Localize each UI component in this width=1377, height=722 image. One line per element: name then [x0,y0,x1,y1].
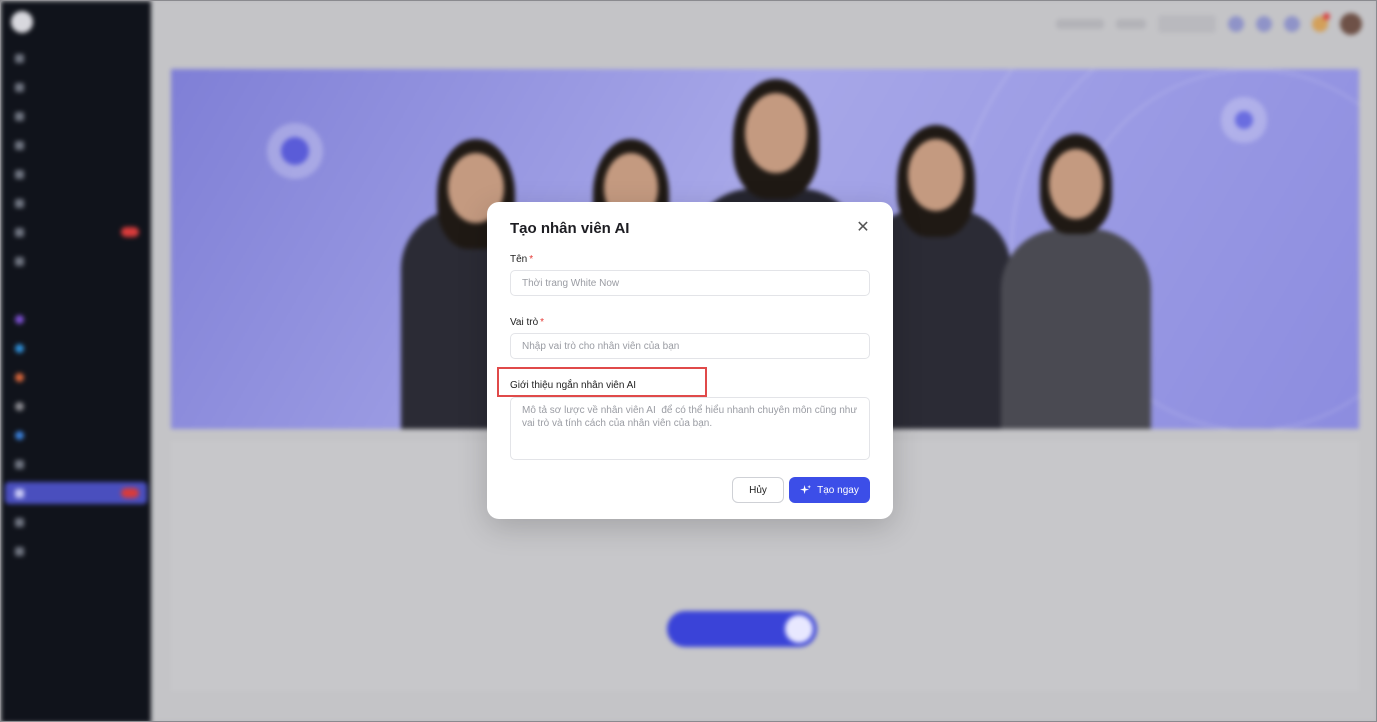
sidebar-item[interactable] [5,221,147,243]
sparkle-icon [800,484,812,494]
required-mark: * [540,317,545,328]
close-icon[interactable]: ✕ [855,220,871,236]
bell-icon[interactable] [1312,13,1330,32]
name-label: Tên * [510,254,533,265]
topbar-icon[interactable] [1284,16,1300,32]
topbar-icon[interactable] [1228,16,1244,32]
cancel-button[interactable]: Hủy [732,477,784,503]
topbar-item[interactable] [1116,19,1146,29]
sidebar-section[interactable] [5,279,147,301]
sidebar-item[interactable] [5,424,147,446]
create-now-button[interactable]: Tạo ngay [789,477,870,503]
sidebar-item[interactable] [5,134,147,156]
sidebar-item[interactable] [5,105,147,127]
create-ai-employee-dialog: Tạo nhân viên AI ✕ Tên* Vai trò* Giới th… [487,202,893,519]
sidebar-item[interactable] [5,76,147,98]
topbar [151,1,1376,53]
cta-button[interactable] [667,611,817,647]
sidebar-item[interactable] [5,453,147,475]
topbar-actions [1056,13,1362,35]
required-mark: * [529,254,534,265]
intro-textarea[interactable] [510,397,870,460]
sidebar-item-active[interactable] [5,482,147,504]
create-now-label: Tạo ngay [817,484,859,496]
decor-orb [1235,111,1253,129]
sidebar-item[interactable] [5,250,147,272]
person-figure [1001,134,1151,429]
sidebar-item[interactable] [5,366,147,388]
topbar-select[interactable] [1158,15,1216,33]
sidebar-item[interactable] [5,540,147,562]
dialog-title: Tạo nhân viên AI [510,220,630,237]
name-label-text: Tên [510,254,528,265]
topbar-icon[interactable] [1256,16,1272,32]
intro-label: Giới thiệu ngắn nhân viên AI [510,380,637,391]
sidebar-item[interactable] [5,163,147,185]
logo [11,11,33,33]
sidebar-item[interactable] [5,308,147,330]
role-input[interactable] [510,333,870,359]
sidebar-item[interactable] [5,47,147,69]
sidebar-item[interactable] [5,511,147,533]
avatar[interactable] [1340,13,1362,35]
sidebar-item[interactable] [5,337,147,359]
sidebar-item[interactable] [5,192,147,214]
name-input[interactable] [510,270,870,296]
role-label-text: Vai trò [510,317,539,328]
sidebar [1,1,151,721]
topbar-item[interactable] [1056,19,1104,29]
sidebar-menu [1,47,151,569]
sidebar-item[interactable] [5,395,147,417]
decor-orb [281,137,309,165]
screen: Tạo nhân viên AI ✕ Tên* Vai trò* Giới th… [0,0,1377,722]
role-label: Vai trò * [510,317,544,328]
